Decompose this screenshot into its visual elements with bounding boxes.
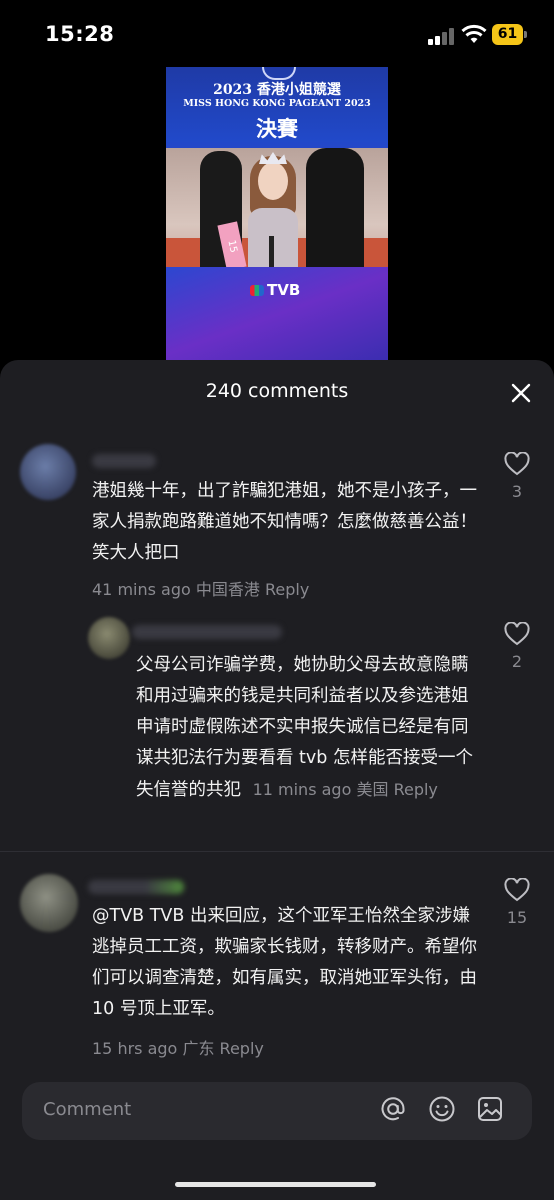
sash-number: 15 bbox=[225, 239, 239, 254]
video-bottom-banner: TVB bbox=[166, 267, 388, 362]
comment-input-placeholder: Comment bbox=[43, 1099, 132, 1120]
image-icon[interactable] bbox=[475, 1094, 505, 1124]
comment-location: 美国 bbox=[356, 780, 389, 799]
reply-button[interactable]: Reply bbox=[265, 580, 309, 599]
avatar[interactable] bbox=[20, 874, 78, 932]
like-count: 3 bbox=[511, 482, 523, 501]
comment-time: 15 hrs ago bbox=[92, 1039, 178, 1058]
wifi-icon bbox=[461, 24, 487, 43]
username-blurred[interactable] bbox=[132, 625, 282, 639]
heart-outline-icon bbox=[504, 452, 530, 476]
like-count: 15 bbox=[506, 908, 528, 927]
status-bar: 15:28 61 bbox=[0, 0, 554, 70]
username-blurred[interactable] bbox=[88, 880, 184, 894]
comment-text: 父母公司诈骗学费，她协助父母去故意隐瞒和用过骗来的钱是共同利益者以及参选港姐申请… bbox=[136, 655, 473, 800]
tvb-logo: TVB bbox=[250, 281, 300, 299]
comments-count-title: 240 comments bbox=[205, 380, 349, 402]
home-indicator[interactable] bbox=[175, 1182, 376, 1187]
reply-button[interactable]: Reply bbox=[394, 780, 438, 799]
at-sign-icon[interactable] bbox=[378, 1094, 408, 1124]
video-preview[interactable]: 2023 香港小姐競選 MISS HONG KONG PAGEANT 2023 … bbox=[166, 67, 388, 362]
smiley-icon[interactable] bbox=[427, 1094, 457, 1124]
comment-meta: 41 mins ago 中国香港 Reply bbox=[92, 576, 309, 600]
video-title-line3: 決賽 bbox=[256, 116, 298, 141]
like-button[interactable]: 3 bbox=[492, 452, 542, 501]
comment-location: 广东 bbox=[182, 1039, 215, 1058]
battery-indicator: 61 bbox=[492, 24, 523, 45]
comments-sheet: 240 comments 港姐幾十年，出了詐騙犯港姐，她不是小孩子，一家人捐款跑… bbox=[0, 360, 554, 1200]
username-blurred[interactable] bbox=[92, 454, 156, 468]
close-icon[interactable] bbox=[508, 380, 534, 406]
cellular-signal-icon bbox=[428, 27, 456, 45]
comment-text: @TVB TVB 出来回应，这个亚军王怡然全家涉嫌逃掉员工工资，欺骗家长钱财，转… bbox=[92, 906, 477, 1019]
battery-tip bbox=[524, 31, 527, 38]
avatar[interactable] bbox=[88, 617, 130, 659]
comment-text: 港姐幾十年，出了詐騙犯港姐，她不是小孩子，一家人捐款跑路難道她不知情嗎？怎麼做慈… bbox=[92, 481, 477, 563]
like-count: 2 bbox=[511, 652, 523, 671]
comment-meta: 15 hrs ago 广东 Reply bbox=[92, 1035, 264, 1059]
like-button[interactable]: 15 bbox=[492, 878, 542, 927]
video-title-line1: 2023 香港小姐競選 bbox=[213, 82, 341, 98]
divider bbox=[0, 851, 554, 852]
reply-button[interactable]: Reply bbox=[220, 1039, 264, 1058]
comment-meta: 11 mins ago 美国 Reply bbox=[253, 780, 438, 799]
status-time: 15:28 bbox=[45, 22, 115, 46]
heart-outline-icon bbox=[504, 878, 530, 902]
comment-time: 11 mins ago bbox=[252, 780, 352, 799]
comment-input[interactable]: Comment bbox=[22, 1082, 532, 1140]
video-title-line2: MISS HONG KONG PAGEANT 2023 bbox=[183, 98, 371, 109]
avatar[interactable] bbox=[20, 444, 76, 500]
heart-outline-icon bbox=[504, 622, 530, 646]
comment-time: 41 mins ago bbox=[92, 580, 191, 599]
like-button[interactable]: 2 bbox=[492, 622, 542, 671]
comment-location: 中国香港 bbox=[195, 580, 260, 599]
